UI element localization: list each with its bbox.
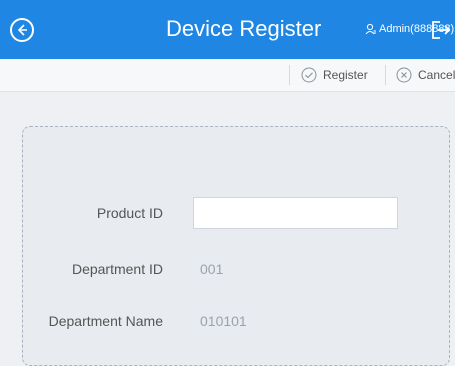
- arrow-left-icon: [17, 24, 27, 36]
- app-header: Device Register Admin(888888): [0, 0, 455, 59]
- department-id-label: Department ID: [71, 261, 163, 277]
- form-panel: [22, 126, 450, 366]
- check-circle-icon: [301, 67, 317, 83]
- department-id-value: 001: [200, 261, 224, 277]
- product-id-input[interactable]: [193, 197, 398, 229]
- register-label: Register: [323, 68, 368, 82]
- logout-button[interactable]: [430, 19, 452, 46]
- logout-icon: [432, 21, 451, 39]
- department-name-value: 010101: [200, 313, 247, 329]
- back-button[interactable]: [10, 18, 34, 42]
- toolbar-divider: [385, 65, 386, 85]
- user-icon: [365, 23, 376, 35]
- product-id-label: Product ID: [96, 205, 163, 221]
- cancel-label: Cancel: [418, 68, 455, 82]
- register-button[interactable]: Register: [301, 65, 368, 85]
- cancel-button[interactable]: Cancel: [396, 65, 455, 85]
- page-title: Device Register: [166, 16, 322, 41]
- toolbar-divider: [289, 65, 290, 85]
- toolbar: Register Cancel: [0, 59, 455, 92]
- department-name-label: Department Name: [48, 313, 163, 329]
- close-circle-icon: [396, 67, 412, 83]
